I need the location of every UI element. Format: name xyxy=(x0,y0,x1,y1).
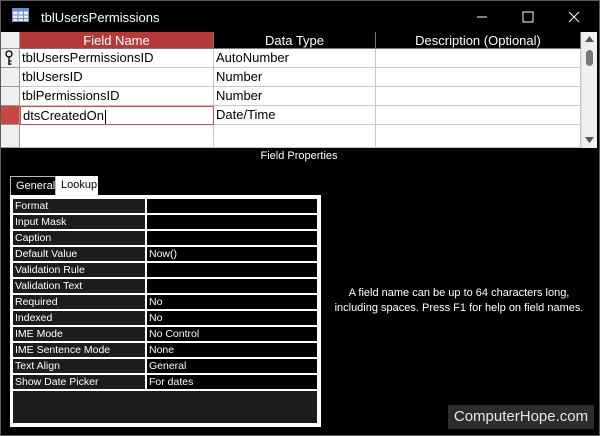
property-name: Validation Rule xyxy=(13,263,145,277)
field-name-cell[interactable]: tblPermissionsID xyxy=(20,87,214,106)
property-row[interactable]: Default Value Now() xyxy=(13,247,317,261)
property-name: Default Value xyxy=(13,247,145,261)
property-row[interactable]: Input Mask xyxy=(13,215,317,229)
property-name: Validation Text xyxy=(13,279,145,293)
property-name: Format xyxy=(13,199,145,213)
window-title: tblUsersPermissions xyxy=(41,10,160,25)
property-row[interactable]: Show Date Picker For dates xyxy=(13,375,317,389)
column-header-description[interactable]: Description (Optional) xyxy=(376,32,581,49)
property-name: Input Mask xyxy=(13,215,145,229)
description-cell-empty[interactable] xyxy=(376,125,581,148)
maximize-icon xyxy=(522,11,534,22)
property-value[interactable] xyxy=(147,199,317,213)
property-row[interactable]: IME Mode No Control xyxy=(13,327,317,341)
watermark: ComputerHope.com xyxy=(448,405,594,429)
column-header-data-type[interactable]: Data Type xyxy=(214,32,376,49)
scrollbar-thumb[interactable] xyxy=(586,50,593,66)
grid-scrollbar[interactable] xyxy=(581,32,597,148)
property-name: Caption xyxy=(13,231,145,245)
property-value[interactable]: Now() xyxy=(147,247,317,261)
row-selector[interactable] xyxy=(1,68,20,87)
scroll-down-arrow-icon[interactable] xyxy=(585,137,594,143)
property-value[interactable]: General xyxy=(147,359,317,373)
row-selector[interactable] xyxy=(1,87,20,106)
data-type-cell[interactable]: Number xyxy=(214,68,376,87)
property-row[interactable]: Format xyxy=(13,199,317,213)
property-row[interactable]: IME Sentence Mode None xyxy=(13,343,317,357)
tab-general[interactable]: General xyxy=(10,176,56,195)
scroll-up-arrow-icon[interactable] xyxy=(585,36,594,42)
property-row[interactable]: Validation Rule xyxy=(13,263,317,277)
property-row[interactable]: Validation Text xyxy=(13,279,317,293)
properties-panel: Format Input Mask Caption Default Value N… xyxy=(10,195,321,427)
minimize-button[interactable] xyxy=(459,1,505,32)
property-row[interactable]: Indexed No xyxy=(13,311,317,325)
data-type-cell[interactable]: AutoNumber xyxy=(214,49,376,68)
title-bar: tblUsersPermissions xyxy=(1,1,599,32)
close-button[interactable] xyxy=(551,1,597,32)
field-name-cell[interactable]: tblUsersID xyxy=(20,68,214,87)
column-header-field-name[interactable]: Field Name xyxy=(20,32,214,49)
maximize-button[interactable] xyxy=(505,1,551,32)
text-caret xyxy=(104,109,106,124)
data-type-cell[interactable]: Number xyxy=(214,87,376,106)
design-grid: Field Name Data Type Description (Option… xyxy=(1,32,581,148)
property-value[interactable] xyxy=(147,215,317,229)
property-value[interactable]: None xyxy=(147,343,317,357)
grid-corner[interactable] xyxy=(1,32,20,49)
property-value[interactable] xyxy=(147,279,317,293)
field-name-cell-empty[interactable] xyxy=(20,125,214,148)
property-name: Show Date Picker xyxy=(13,375,145,389)
field-properties-label: Field Properties xyxy=(260,150,338,162)
table-icon xyxy=(12,8,29,22)
property-row[interactable]: Required No xyxy=(13,295,317,309)
description-cell[interactable] xyxy=(376,68,581,87)
property-value[interactable]: No xyxy=(147,295,317,309)
data-type-cell-empty[interactable] xyxy=(214,125,376,148)
description-cell[interactable] xyxy=(376,49,581,68)
property-name: Required xyxy=(13,295,145,309)
row-selector-primary-key[interactable] xyxy=(1,49,20,68)
property-value[interactable] xyxy=(147,263,317,277)
property-name: IME Mode xyxy=(13,327,145,341)
property-name: Text Align xyxy=(13,359,145,373)
description-cell[interactable] xyxy=(376,106,581,125)
row-selector-new[interactable] xyxy=(1,125,20,148)
description-cell[interactable] xyxy=(376,87,581,106)
field-name-cell[interactable]: tblUsersPermissionsID xyxy=(20,49,214,68)
minimize-icon xyxy=(477,16,487,17)
data-type-cell[interactable]: Date/Time xyxy=(214,106,376,125)
field-name-input-active[interactable]: dtsCreatedOn xyxy=(20,106,214,125)
key-icon xyxy=(5,50,13,65)
field-help-text: A field name can be up to 64 characters … xyxy=(334,287,584,314)
field-name-text: dtsCreatedOn xyxy=(23,108,104,123)
property-value[interactable]: No xyxy=(147,311,317,325)
close-icon xyxy=(568,11,580,22)
property-value[interactable]: For dates xyxy=(147,375,317,389)
property-value[interactable] xyxy=(147,231,317,245)
tab-lookup[interactable]: Lookup xyxy=(56,176,98,195)
property-name: Indexed xyxy=(13,311,145,325)
property-row[interactable]: Caption xyxy=(13,231,317,245)
property-name: IME Sentence Mode xyxy=(13,343,145,357)
property-row[interactable]: Text Align General xyxy=(13,359,317,373)
row-selector-current[interactable] xyxy=(1,106,20,125)
properties-empty-area xyxy=(13,391,317,423)
property-value[interactable]: No Control xyxy=(147,327,317,341)
